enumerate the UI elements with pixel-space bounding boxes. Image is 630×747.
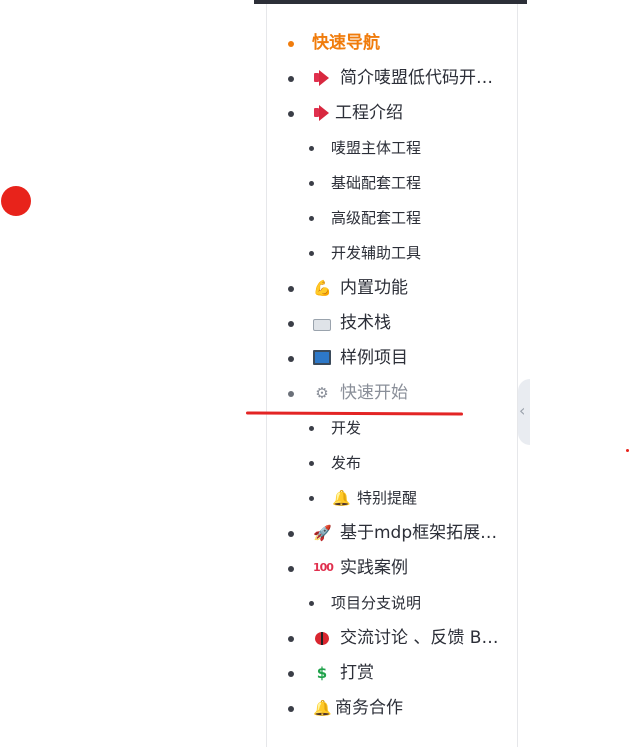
- bullet-dot: [288, 566, 294, 572]
- bullet-dot: [309, 146, 314, 151]
- nav-item-label: 实践案例: [340, 558, 408, 578]
- nav-subitem[interactable]: 发布: [0, 452, 630, 482]
- nav-item-label: 简介唛盟低代码开…: [340, 68, 493, 88]
- nav-item-label: 打赏: [340, 663, 374, 683]
- nav-item-label: 商务合作: [335, 698, 403, 718]
- nav-item[interactable]: $ 打赏: [0, 662, 630, 692]
- bullet-dot: [288, 391, 294, 397]
- nav-item[interactable]: 快速导航: [0, 32, 630, 62]
- bullet-dot: [309, 496, 314, 501]
- nav-item[interactable]: 💪 内置功能: [0, 277, 630, 307]
- bullet-dot: [288, 41, 294, 47]
- bullet-dot: [288, 286, 294, 292]
- bullet-dot: [288, 671, 294, 677]
- nav-item-label: 内置功能: [340, 278, 408, 298]
- panel-top-bar: [254, 0, 527, 4]
- bullet-dot: [288, 531, 294, 537]
- bullet-dot: [288, 111, 294, 117]
- nav-item-label: 交流讨论 、反馈 B…: [340, 628, 499, 648]
- nav-item-label: 开发辅助工具: [331, 244, 422, 262]
- bullet-dot: [288, 321, 294, 327]
- laptop-icon: [313, 350, 331, 365]
- nav-subitem[interactable]: 开发辅助工具: [0, 242, 630, 272]
- nav-item[interactable]: ⚙ 快速开始: [0, 382, 630, 412]
- bullet-dot: [288, 76, 294, 82]
- bullet-dot: [288, 706, 294, 712]
- nav-item-label: 唛盟主体工程: [331, 139, 422, 157]
- nav-item-label: 项目分支说明: [331, 594, 422, 612]
- nav-item-label: 发布: [331, 454, 362, 472]
- megaphone-icon: [313, 104, 331, 122]
- nav-item-label: 特别提醒: [357, 489, 418, 507]
- bullet-dot: [309, 461, 314, 466]
- page: ‹ 快速导航 简介唛盟低代码开… 工程介绍 唛盟主体工程 基础配套工程 高级配套工程 开发辅…: [0, 0, 630, 747]
- hundred-points-icon: 100: [313, 561, 334, 574]
- bullet-dot: [309, 601, 314, 606]
- nav-item[interactable]: 简介唛盟低代码开…: [0, 67, 630, 97]
- nav-item-label: 技术栈: [340, 313, 391, 333]
- rocket-icon: 🚀: [313, 524, 332, 542]
- nav-item-label: 样例项目: [340, 348, 408, 368]
- bullet-dot: [288, 636, 294, 642]
- nav-item-label: 高级配套工程: [331, 209, 422, 227]
- nav-subitem[interactable]: 项目分支说明: [0, 592, 630, 622]
- nav-item[interactable]: 🔔 商务合作: [0, 697, 630, 727]
- nav-item[interactable]: 交流讨论 、反馈 B…: [0, 627, 630, 657]
- bell-icon: 🔔: [332, 489, 351, 507]
- dollar-icon: $: [316, 664, 328, 682]
- bullet-dot: [309, 426, 314, 431]
- nav-item-label: 工程介绍: [335, 103, 403, 123]
- nav-item-label: 基于mdp框架拓展…: [340, 523, 498, 543]
- megaphone-icon: [313, 69, 331, 87]
- nav-item-label: 基础配套工程: [331, 174, 422, 192]
- bell-icon: 🔔: [313, 699, 332, 717]
- nav-item[interactable]: 技术栈: [0, 312, 630, 342]
- nav-subitem[interactable]: 唛盟主体工程: [0, 137, 630, 167]
- nav-item[interactable]: 🚀 基于mdp框架拓展…: [0, 522, 630, 552]
- nav-item[interactable]: 样例项目: [0, 347, 630, 377]
- nav-item-label: 开发: [331, 419, 362, 437]
- nav-item-label: 快速开始: [340, 383, 408, 403]
- nav-subitem[interactable]: 高级配套工程: [0, 207, 630, 237]
- nav-subitem[interactable]: 开发: [0, 417, 630, 447]
- red-annotation-underline: [245, 411, 464, 416]
- bullet-dot: [309, 251, 314, 256]
- flexed-arm-icon: 💪: [313, 279, 332, 297]
- ladybug-icon: [313, 629, 331, 647]
- nav-item[interactable]: 工程介绍: [0, 102, 630, 132]
- keyboard-icon: [313, 319, 331, 331]
- bullet-dot: [309, 181, 314, 186]
- gear-icon: ⚙: [315, 384, 329, 402]
- nav-item-label: 快速导航: [312, 33, 380, 53]
- nav-subitem[interactable]: 基础配套工程: [0, 172, 630, 202]
- nav-subitem[interactable]: 🔔 特别提醒: [0, 487, 630, 517]
- bullet-dot: [309, 216, 314, 221]
- nav-item[interactable]: 100 实践案例: [0, 557, 630, 587]
- bullet-dot: [288, 356, 294, 362]
